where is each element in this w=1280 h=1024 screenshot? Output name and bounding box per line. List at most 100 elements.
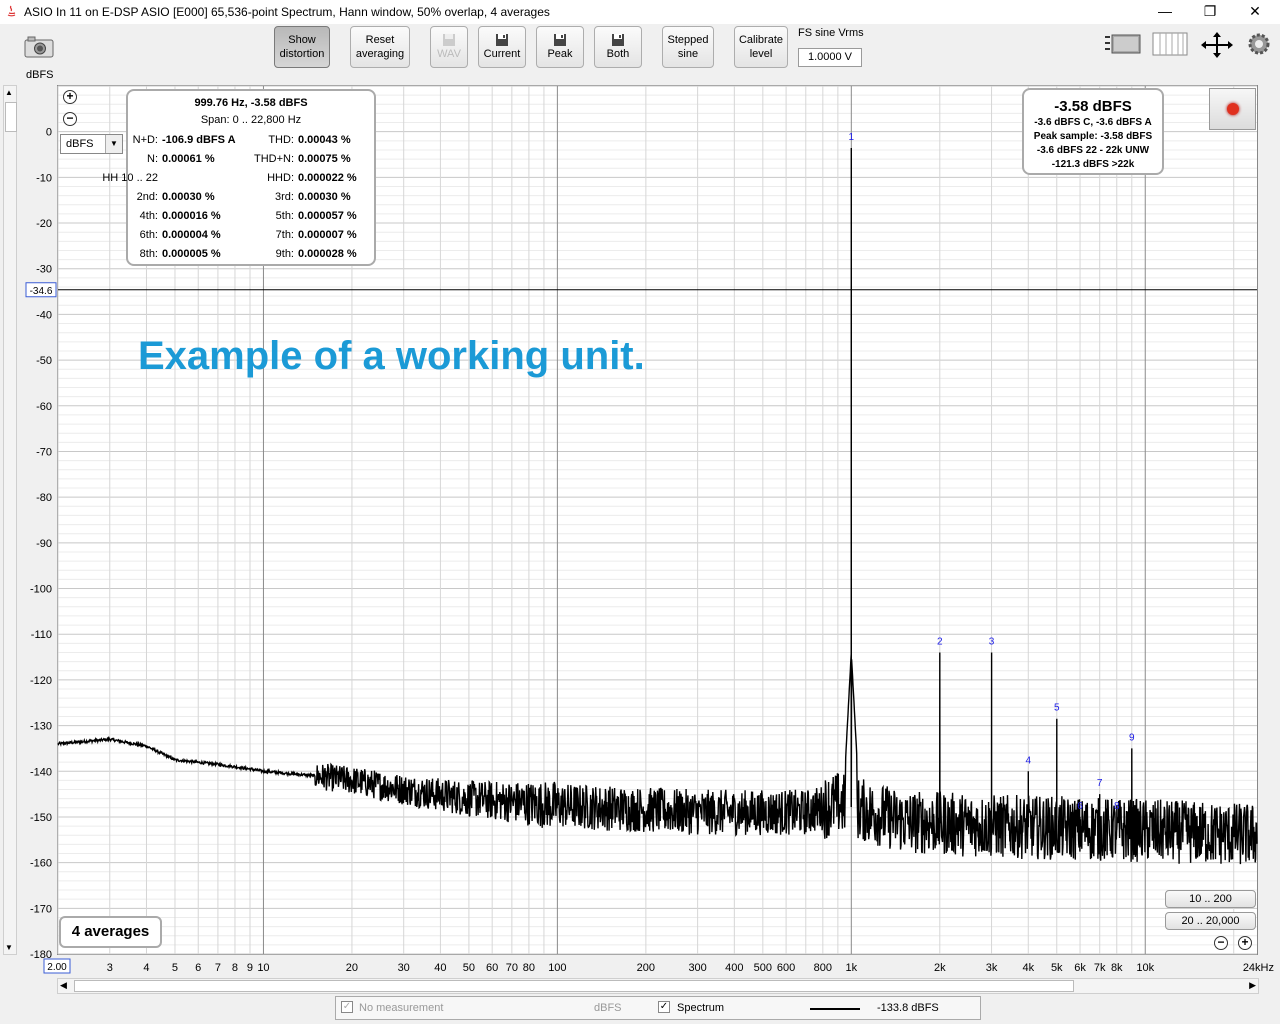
y-tick-label: -50 <box>36 355 52 367</box>
info-row-left: N+D: <box>132 134 158 146</box>
stepped-sine-button[interactable]: Stepped sine <box>662 26 714 68</box>
zoom-out-icon[interactable]: − <box>63 112 77 126</box>
panels-icon[interactable] <box>1152 31 1188 57</box>
y-tick-label: -10 <box>36 172 52 184</box>
save-icon <box>554 34 566 46</box>
spectrum-legend-swatch <box>810 1008 860 1010</box>
scroll-left-icon[interactable]: ◀ <box>60 980 67 991</box>
x-tick-label: 5k <box>1051 962 1063 974</box>
close-button[interactable]: ✕ <box>1232 0 1278 24</box>
fs-sine-input[interactable]: 1.0000 V <box>798 48 862 67</box>
save-both-button[interactable]: Both <box>594 26 642 68</box>
cursor-level-box <box>25 282 57 298</box>
x-tick-label: 50 <box>463 962 475 974</box>
y-tick-label: -30 <box>36 264 52 276</box>
info-value-left: 0.000004 % <box>162 229 221 241</box>
x-start-label: 2.00 <box>47 962 67 973</box>
info-value-left: -106.9 dBFS A <box>162 134 236 146</box>
x-tick-label: 40 <box>434 962 446 974</box>
record-button[interactable] <box>1209 88 1256 130</box>
zoom-in-icon[interactable]: + <box>63 90 77 104</box>
calibrate-level-button[interactable]: Calibrate level <box>734 26 788 68</box>
cursor-level-label: -34.6 <box>30 286 53 297</box>
camera-icon[interactable] <box>24 36 54 58</box>
info-row-right: THD+N: <box>253 153 294 165</box>
move-arrows-icon[interactable] <box>1200 31 1234 59</box>
y-tick-label: -20 <box>36 218 52 230</box>
x-tick-label: 80 <box>523 962 535 974</box>
fs-sine-label: FS sine Vrms <box>798 27 864 39</box>
x-tick-label: 8 <box>232 962 238 974</box>
x-zoom-out-icon[interactable]: − <box>1214 936 1228 950</box>
info-row-left: 6th: <box>139 229 158 241</box>
horizontal-scrollbar[interactable]: ◀ ▶ <box>57 978 1259 994</box>
averages-badge: 4 averages <box>59 916 162 948</box>
info-row-left: 4th: <box>139 210 158 222</box>
spectrum-label: Spectrum <box>677 1002 725 1014</box>
save-peak-button[interactable]: Peak <box>536 26 584 68</box>
info-value-left: 0.00061 % <box>162 153 215 165</box>
fundamental-readout: 999.76 Hz, -3.58 dBFS <box>194 97 308 109</box>
info-value-left: 0.000005 % <box>162 248 221 260</box>
info-row-right: THD: <box>268 134 294 146</box>
wav-button[interactable]: WAV <box>430 26 468 68</box>
x-tick-label: 10 <box>257 962 269 974</box>
x-tick-label: 6k <box>1074 962 1086 974</box>
save-current-button[interactable]: Current <box>478 26 526 68</box>
info-row-right: 9th: <box>275 248 294 260</box>
info-row-left: 8th: <box>139 248 158 260</box>
unit-select[interactable]: dBFS ▼ <box>60 134 123 154</box>
reset-averaging-button[interactable]: Reset averaging <box>350 26 410 68</box>
x-tick-label: 7 <box>215 962 221 974</box>
x-tick-label: 200 <box>637 962 655 974</box>
info-value-left: 0.00030 % <box>162 191 215 203</box>
info-row-right: HHD: <box>267 172 294 184</box>
x-tick-label: 3k <box>986 962 998 974</box>
level-line: -3.6 dBFS 22 - 22k UNW <box>1036 145 1150 156</box>
minimize-button[interactable]: — <box>1142 0 1188 24</box>
y-tick-label: -110 <box>31 629 52 641</box>
x-tick-label: 8k <box>1111 962 1123 974</box>
legend-bar: ✓ No measurement dBFS ✓ Spectrum -133.8 … <box>335 996 981 1020</box>
y-tick-label: -80 <box>36 492 52 504</box>
x-zoom-in-icon[interactable]: + <box>1238 936 1252 950</box>
restore-button[interactable]: ❐ <box>1187 0 1233 24</box>
no-measurement-checkbox[interactable]: ✓ <box>341 1001 353 1013</box>
range-20-20000-button[interactable]: 20 .. 20,000 <box>1165 912 1256 930</box>
java-app-icon <box>7 5 16 17</box>
y-tick-label: -70 <box>36 446 52 458</box>
x-tick-label: 500 <box>754 962 772 974</box>
x-tick-label: 60 <box>486 962 498 974</box>
spectrum-checkbox[interactable]: ✓ <box>658 1001 670 1013</box>
x-tick-label: 1k <box>845 962 857 974</box>
x-tick-label: 2k <box>934 962 946 974</box>
vertical-scroll-thumb[interactable] <box>5 102 17 132</box>
show-distortion-button[interactable]: Show distortion <box>274 26 330 68</box>
layout-icon[interactable] <box>1102 31 1142 57</box>
vertical-scrollbar[interactable]: ▲ ▼ <box>3 85 17 955</box>
info-value-right: 0.00030 % <box>298 191 351 203</box>
info-value-right: 0.00075 % <box>298 153 351 165</box>
info-row-right: 3rd: <box>275 191 294 203</box>
y-tick-label: -90 <box>36 538 52 550</box>
save-icon <box>496 34 508 46</box>
x-tick-label: 300 <box>688 962 706 974</box>
horizontal-scroll-thumb[interactable] <box>74 980 1074 992</box>
x-tick-label: 70 <box>506 962 518 974</box>
x-tick-label: 30 <box>398 962 410 974</box>
info-row-right: 7th: <box>275 229 294 241</box>
scroll-down-icon[interactable]: ▼ <box>5 943 13 952</box>
x-tick-label: 4k <box>1022 962 1034 974</box>
x-tick-label: 20 <box>346 962 358 974</box>
x-tick-label: 400 <box>725 962 743 974</box>
y-tick-label: -170 <box>30 903 52 915</box>
y-axis-unit-label: dBFS <box>26 69 54 81</box>
x-tick-label: 4 <box>143 962 149 974</box>
settings-gear-icon[interactable] <box>1246 31 1272 57</box>
scroll-up-icon[interactable]: ▲ <box>5 88 13 97</box>
y-tick-label: -150 <box>30 812 52 824</box>
range-10-200-button[interactable]: 10 .. 200 <box>1165 890 1256 908</box>
info-value-right: 0.000007 % <box>298 229 357 241</box>
scroll-right-icon[interactable]: ▶ <box>1249 980 1256 991</box>
x-start-box <box>43 958 71 974</box>
